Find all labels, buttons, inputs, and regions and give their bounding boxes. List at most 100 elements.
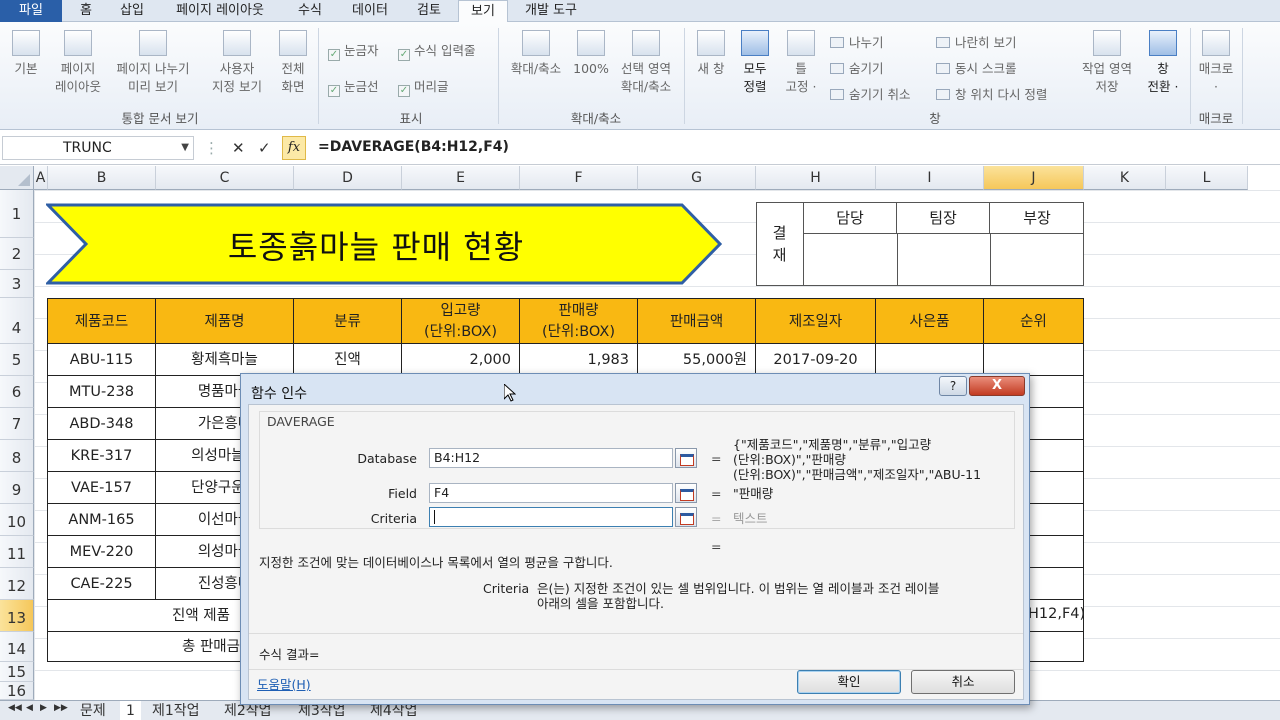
switch-windows-button[interactable]: 창 전환 · [1140,30,1186,96]
table-cell[interactable]: ANM-165 [47,504,156,536]
column-header-j[interactable]: J [984,166,1084,190]
enter-formula-button[interactable]: ✓ [258,139,271,157]
row-header[interactable]: 11 [0,536,34,568]
ruler-checkbox[interactable]: ✓ 눈금자 [328,40,379,61]
table-cell[interactable]: 진액 [294,344,402,376]
zoom-button[interactable]: 확대/축소 [504,30,568,78]
column-header-i[interactable]: I [876,166,984,190]
first-sheet-icon[interactable]: ◀◀ [8,703,22,713]
table-header-cell[interactable]: 판매량 (단위:BOX) [520,298,638,344]
split-button[interactable]: 나누기 [830,32,884,51]
ok-button[interactable]: 확인 [797,670,901,694]
function-arguments-dialog[interactable]: 함수 인수 ? X DAVERAGE Database B4:H12 = {"제… [240,373,1030,705]
new-window-button[interactable]: 새 창 [690,30,732,78]
row-header[interactable]: 13 [0,600,34,632]
tab-review[interactable]: 검토 [404,0,454,22]
column-header-a[interactable]: A [34,166,48,190]
table-cell[interactable] [984,344,1084,376]
table-header-cell[interactable]: 제조일자 [756,298,876,344]
zoom-selection-button[interactable]: 선택 영역 확대/축소 [614,30,678,96]
arrange-all-button[interactable]: 모두 정렬 [734,30,776,96]
column-header-k[interactable]: K [1084,166,1166,190]
table-cell[interactable]: MTU-238 [47,376,156,408]
table-cell[interactable]: 2,000 [402,344,520,376]
column-header-d[interactable]: D [294,166,402,190]
page-break-preview-button[interactable]: 페이지 나누기 미리 보기 [108,30,198,96]
column-header-g[interactable]: G [638,166,756,190]
insert-function-button[interactable]: fx [282,136,306,160]
sheet-tab[interactable]: 문제 [74,701,112,720]
sheet-tab[interactable]: 제1작업 [146,701,206,720]
cancel-formula-button[interactable]: ✕ [232,139,245,157]
help-link[interactable]: 도움말(H) [257,674,311,693]
full-screen-button[interactable]: 전체 화면 [272,30,314,96]
column-header-h[interactable]: H [756,166,876,190]
table-header-cell[interactable]: 판매금액 [638,298,756,344]
side-by-side-button[interactable]: 나란히 보기 [936,32,1016,51]
next-sheet-icon[interactable]: ▶ [40,703,47,713]
row-header[interactable]: 5 [0,344,34,376]
table-cell[interactable]: 2017-09-20 [756,344,876,376]
sync-scroll-button[interactable]: 동시 스크롤 [936,58,1016,77]
collapse-dialog-icon[interactable] [675,507,697,527]
select-all-button[interactable] [0,166,34,190]
cancel-button[interactable]: 취소 [911,670,1015,694]
table-cell[interactable]: ABU-115 [47,344,156,376]
row-header[interactable]: 15 [0,662,34,682]
row-header[interactable]: 6 [0,376,34,408]
table-cell[interactable]: ABD-348 [47,408,156,440]
tab-formulas[interactable]: 수식 [286,0,334,22]
hide-button[interactable]: 숨기기 [830,58,884,77]
database-input[interactable]: B4:H12 [429,448,673,468]
field-input[interactable]: F4 [429,483,673,503]
tab-file[interactable]: 파일 [0,0,62,22]
row-header[interactable]: 2 [0,238,34,270]
tab-page-layout[interactable]: 페이지 레이아웃 [160,0,280,22]
table-cell[interactable]: 1,983 [520,344,638,376]
tab-view[interactable]: 보기 [458,0,508,23]
headings-checkbox[interactable]: ✓ 머리글 [398,76,449,97]
column-header-b[interactable]: B [48,166,156,190]
row-header[interactable]: 12 [0,568,34,600]
last-sheet-icon[interactable]: ▶▶ [54,703,68,713]
column-header-f[interactable]: F [520,166,638,190]
row-header[interactable]: 3 [0,270,34,298]
table-header-cell[interactable]: 입고량 (단위:BOX) [402,298,520,344]
collapse-dialog-icon[interactable] [675,483,697,503]
collapse-dialog-icon[interactable] [675,448,697,468]
custom-views-button[interactable]: 사용자 지정 보기 [204,30,270,96]
gridlines-checkbox[interactable]: ✓ 눈금선 [328,76,379,97]
formula-input[interactable]: =DAVERAGE(B4:H12,F4) [318,139,509,155]
table-cell[interactable] [876,344,984,376]
tab-home[interactable]: 홈 [64,0,108,22]
tab-insert[interactable]: 삽입 [110,0,154,22]
chevron-down-icon[interactable]: ▼ [181,137,189,159]
table-header-cell[interactable]: 제품코드 [47,298,156,344]
row-header[interactable]: 16 [0,682,34,700]
row-header[interactable]: 1 [0,190,34,238]
zoom-100-button[interactable]: 100% [570,30,612,78]
dialog-close-button[interactable]: X [969,376,1025,396]
dialog-help-button[interactable]: ? [939,376,967,396]
reset-window-position-button[interactable]: 창 위치 다시 정렬 [936,84,1047,103]
tab-developer[interactable]: 개발 도구 [512,0,590,22]
page-layout-view-button[interactable]: 페이지 레이아웃 [50,30,106,96]
table-cell[interactable]: CAE-225 [47,568,156,600]
unhide-button[interactable]: 숨기기 취소 [830,84,910,103]
normal-view-button[interactable]: 기본 [4,30,48,78]
tab-data[interactable]: 데이터 [340,0,400,22]
sheet-tab[interactable]: 1 [120,701,141,720]
table-header-cell[interactable]: 순위 [984,298,1084,344]
row-header[interactable]: 14 [0,632,34,662]
table-cell[interactable]: MEV-220 [47,536,156,568]
column-header-e[interactable]: E [402,166,520,190]
prev-sheet-icon[interactable]: ◀ [26,703,33,713]
table-header-cell[interactable]: 제품명 [156,298,294,344]
table-cell[interactable]: VAE-157 [47,472,156,504]
table-header-cell[interactable]: 분류 [294,298,402,344]
table-cell[interactable]: KRE-317 [47,440,156,472]
table-cell[interactable]: 55,000원 [638,344,756,376]
name-box[interactable]: TRUNC ▼ [2,136,194,160]
row-header[interactable]: 10 [0,504,34,536]
row-header[interactable]: 4 [0,298,34,344]
